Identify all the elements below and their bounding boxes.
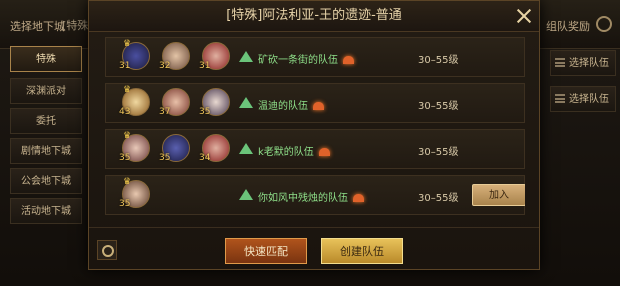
member-level: 31 bbox=[199, 61, 211, 71]
sidebar-item-special[interactable]: 特殊 bbox=[10, 46, 82, 72]
member-level: 32 bbox=[159, 61, 171, 71]
sidebar-item-abyss-party[interactable]: 深渊派对 bbox=[10, 78, 82, 104]
select-team-button[interactable]: 选择队伍 bbox=[550, 86, 616, 112]
team-row[interactable]: ♛ 31 32 31 矿砍一条街的队伍 30–55级 bbox=[105, 37, 525, 77]
member-level: 35 bbox=[159, 153, 171, 163]
team-row[interactable]: ♛ 35 你如风中残烛的队伍 30–55级 加入 bbox=[105, 175, 525, 215]
refresh-icon[interactable] bbox=[596, 16, 612, 32]
member-avatar: 37 bbox=[159, 88, 190, 117]
member-avatar: ♛ 43 bbox=[119, 85, 150, 117]
team-list: ♛ 31 32 31 矿砍一条街的队伍 30–55级 ♛ 43 37 35 温迪… bbox=[105, 37, 525, 221]
dialog-title: [特殊]阿法利亚-王的遗迹-普通 bbox=[89, 1, 539, 32]
member-avatar: 31 bbox=[199, 42, 230, 71]
leader-crown-icon: ♛ bbox=[123, 131, 132, 141]
team-rewards-link[interactable]: 组队奖励 bbox=[546, 18, 590, 34]
team-row[interactable]: ♛ 43 37 35 温迪的队伍 30–55级 bbox=[105, 83, 525, 123]
member-level: 43 bbox=[119, 107, 131, 117]
level-range: 30–55级 bbox=[418, 101, 459, 112]
sidebar-item-story-dungeon[interactable]: 剧情地下城 bbox=[10, 138, 82, 164]
member-level: 34 bbox=[199, 153, 211, 163]
member-avatar: ♛ 35 bbox=[119, 131, 150, 163]
list-icon bbox=[555, 58, 565, 67]
team-name: 矿砍一条街的队伍 bbox=[258, 51, 354, 66]
team-name: 温迪的队伍 bbox=[258, 97, 324, 112]
member-avatar: 35 bbox=[159, 134, 190, 163]
join-button[interactable]: 加入 bbox=[472, 184, 525, 206]
level-range: 30–55级 bbox=[418, 193, 459, 204]
dialog-footer: 快速匹配 创建队伍 bbox=[89, 227, 539, 272]
alarm-icon bbox=[318, 148, 330, 156]
create-team-button[interactable]: 创建队伍 bbox=[321, 238, 403, 264]
leader-crown-icon: ♛ bbox=[123, 177, 132, 187]
member-avatar: 35 bbox=[199, 88, 230, 117]
sidebar-item-event-dungeon[interactable]: 活动地下城 bbox=[10, 198, 82, 224]
select-team-button[interactable]: 选择队伍 bbox=[550, 50, 616, 76]
team-name: 你如风中残烛的队伍 bbox=[258, 189, 364, 204]
dungeon-mode-icon bbox=[239, 143, 253, 154]
level-range: 30–55级 bbox=[418, 147, 459, 158]
member-avatar: ♛ 35 bbox=[119, 177, 150, 209]
team-list-dialog: [特殊]阿法利亚-王的遗迹-普通 ♛ 31 32 31 矿砍一条街的队伍 30–… bbox=[88, 0, 540, 270]
team-row[interactable]: ♛ 35 35 34 k老默的队伍 30–55级 bbox=[105, 129, 525, 169]
alarm-icon bbox=[353, 194, 364, 202]
close-icon[interactable] bbox=[513, 5, 535, 27]
member-avatar: 32 bbox=[159, 42, 190, 71]
alarm-icon bbox=[313, 102, 324, 110]
sidebar-item-commission[interactable]: 委托 bbox=[10, 108, 82, 134]
dungeon-mode-icon bbox=[239, 97, 253, 108]
member-avatar: ♛ 31 bbox=[119, 39, 150, 71]
dungeon-mode-icon bbox=[239, 189, 253, 200]
alarm-icon bbox=[343, 56, 354, 64]
member-level: 31 bbox=[119, 61, 131, 71]
member-avatar: 34 bbox=[199, 134, 230, 163]
sidebar-item-guild-dungeon[interactable]: 公会地下城 bbox=[10, 168, 82, 194]
leader-crown-icon: ♛ bbox=[123, 39, 132, 49]
select-dungeon-label: 选择地下城 bbox=[10, 20, 65, 33]
search-icon[interactable] bbox=[97, 240, 117, 260]
member-level: 37 bbox=[159, 107, 171, 117]
team-name: k老默的队伍 bbox=[258, 143, 330, 158]
member-level: 35 bbox=[119, 153, 131, 163]
member-level: 35 bbox=[119, 199, 131, 209]
leader-crown-icon: ♛ bbox=[123, 85, 132, 95]
member-level: 35 bbox=[199, 107, 211, 117]
dungeon-mode-icon bbox=[239, 51, 253, 62]
level-range: 30–55级 bbox=[418, 55, 459, 66]
list-icon bbox=[555, 94, 565, 103]
quick-match-button[interactable]: 快速匹配 bbox=[225, 238, 307, 264]
